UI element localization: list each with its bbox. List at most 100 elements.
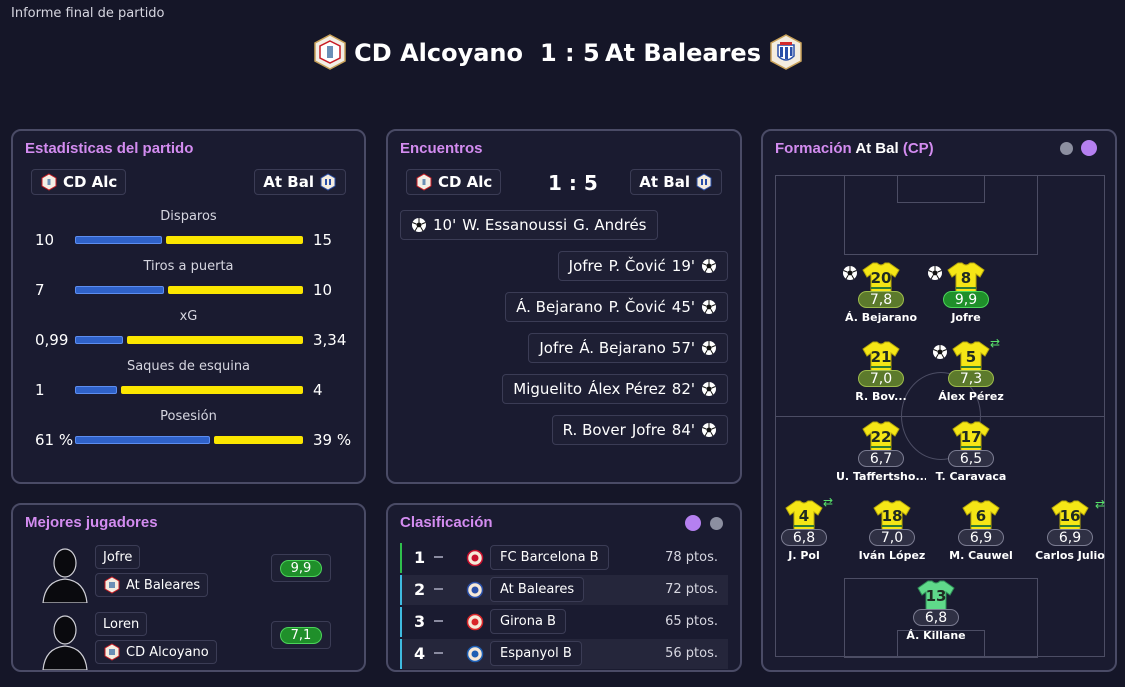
player-marker[interactable]: 21 7,0 R. Bov... [836,340,926,403]
page-dot-inactive[interactable] [1060,142,1073,155]
player-marker[interactable]: 20 7,8 Á. Bejarano [836,261,926,324]
away-team-chip: At Bal [254,169,346,195]
stat-away-bar [121,386,303,394]
final-score: 1 : 5 [540,39,600,67]
page-dot-inactive[interactable] [710,517,723,530]
player-rating: 7,0 [858,370,904,387]
points: 78 ptos. [665,550,718,565]
row-accent [400,575,402,605]
player-marker[interactable]: 6 6,9 M. Cauwel [936,499,1026,562]
player-rating: 6,8 [913,609,959,626]
club-crest-icon [466,613,484,631]
event-scorer: W. Essanoussi [462,216,568,234]
panel-title: Encuentros [400,140,483,157]
club-name: FC Barcelona B [490,545,609,570]
best-player-club: At Baleares [95,573,209,597]
shirt-number: 6 [975,507,987,525]
page-dot-active[interactable] [1081,140,1097,156]
standings-row[interactable]: 3 Girona B 65 ptos. [400,607,728,637]
best-player-row[interactable]: Jofre At Baleares 9,9 [13,543,364,607]
position: 2 [414,580,426,599]
player-name: M. Cauwel [949,549,1013,562]
stat-label: Disparos [160,209,217,224]
player-marker[interactable]: 4 6,8 J. Pol ⇄ [759,495,849,562]
standings-row[interactable]: 2 At Baleares 72 ptos. [400,575,728,605]
best-player-name: Jofre [95,545,141,569]
player-name: Á. Bejarano [845,311,917,324]
player-name: J. Pol [788,549,820,562]
match-stats-panel: Estadísticas del partido CD Alc At Bal D… [11,129,366,484]
stat-home-bar [75,286,164,294]
event-scorer: Jofre [631,421,666,439]
stat-away-bar [166,236,303,244]
club-name: Espanyol B [490,641,582,666]
stat-home-bar [75,236,162,244]
stat-away-bar [127,336,303,344]
rating-value: 9,9 [280,560,322,577]
substitution-icon: ⇄ [1095,497,1106,511]
player-marker[interactable]: 13 6,8 Á. Killane [891,579,981,642]
stat-away-value: 15 [313,231,333,249]
player-name: Álex Pérez [938,390,1004,403]
club-name: At Baleares [490,577,585,602]
stat-home-bar [75,336,123,344]
event-scorer: P. Čović [608,298,666,316]
player-rating: 9,9 [943,291,989,308]
event-assist: Jofre [568,257,603,275]
player-marker[interactable]: 17 6,5 T. Caravaca [926,420,1016,483]
player-name: Iván López [858,549,926,562]
shirt-number: 13 [925,587,947,605]
page-dot-active[interactable] [685,515,701,531]
goal-event[interactable]: Á. Bejarano P. Čović 45' [505,292,728,322]
player-rating: 7,3 [948,370,994,387]
event-scorer: Á. Bejarano [579,339,666,357]
shirt-number: 5 [965,348,977,366]
goal-icon [842,265,858,281]
stat-away-value: 10 [313,281,333,299]
stat-away-value: 39 % [313,431,352,449]
trend-icon [434,588,443,590]
away-crest-icon [319,173,337,191]
player-marker[interactable]: 22 6,7 U. Taffertsho... [836,420,926,483]
home-crest-icon [40,173,58,191]
home-team-short: CD Alc [438,173,493,191]
stat-away-bar [168,286,303,294]
event-assist: G. Andrés [573,216,647,234]
event-assist: Jofre [539,339,574,357]
goal-event[interactable]: 10' W. Essanoussi G. Andrés [400,210,658,240]
goal-event[interactable]: Jofre P. Čović 19' [557,251,728,281]
event-minute: 82' [671,380,695,398]
player-marker[interactable]: 5 7,3 Álex Pérez ⇄ [926,336,1016,403]
stat-label: xG [179,309,198,324]
player-marker[interactable]: 16 6,9 Carlos Julio ⇄ [1025,497,1115,562]
panel-title: Mejores jugadores [25,514,158,531]
shirt-number: 18 [881,507,903,525]
standings-row[interactable]: 4 Espanyol B 56 ptos. [400,639,728,669]
trend-icon [434,620,443,622]
player-rating: 6,7 [858,450,904,467]
away-crest-icon [768,34,804,70]
stat-label: Tiros a puerta [143,259,234,274]
goal-event[interactable]: R. Bover Jofre 84' [551,415,728,445]
shirt-number: 16 [1059,507,1081,525]
event-minute: 57' [671,339,695,357]
standings-row[interactable]: 1 FC Barcelona B 78 ptos. [400,543,728,573]
away-crest-icon [695,173,713,191]
club-crest-icon [466,581,484,599]
player-marker[interactable]: 18 7,0 Iván López [847,499,937,562]
goal-event[interactable]: Miguelito Álex Pérez 82' [502,374,728,404]
best-player-row[interactable]: Loren CD Alcoyano 7,1 [13,610,364,674]
points: 65 ptos. [665,614,718,629]
shirt-icon: 21 [862,340,900,374]
event-minute: 45' [671,298,695,316]
away-team-name: At Baleares [605,39,761,67]
player-silhouette-icon [41,610,89,671]
stat-home-value: 61 % [35,431,74,449]
goal-event[interactable]: Jofre Á. Bejarano 57' [528,333,728,363]
shirt-icon: 17 [952,420,990,454]
club-crest-icon [103,643,121,661]
club-name: CD Alcoyano [126,644,209,660]
football-icon [701,422,717,438]
scoreline: CD Alcoyano 1 : 5 At Baleares [0,34,1125,74]
player-marker[interactable]: 8 9,9 Jofre [921,261,1011,324]
